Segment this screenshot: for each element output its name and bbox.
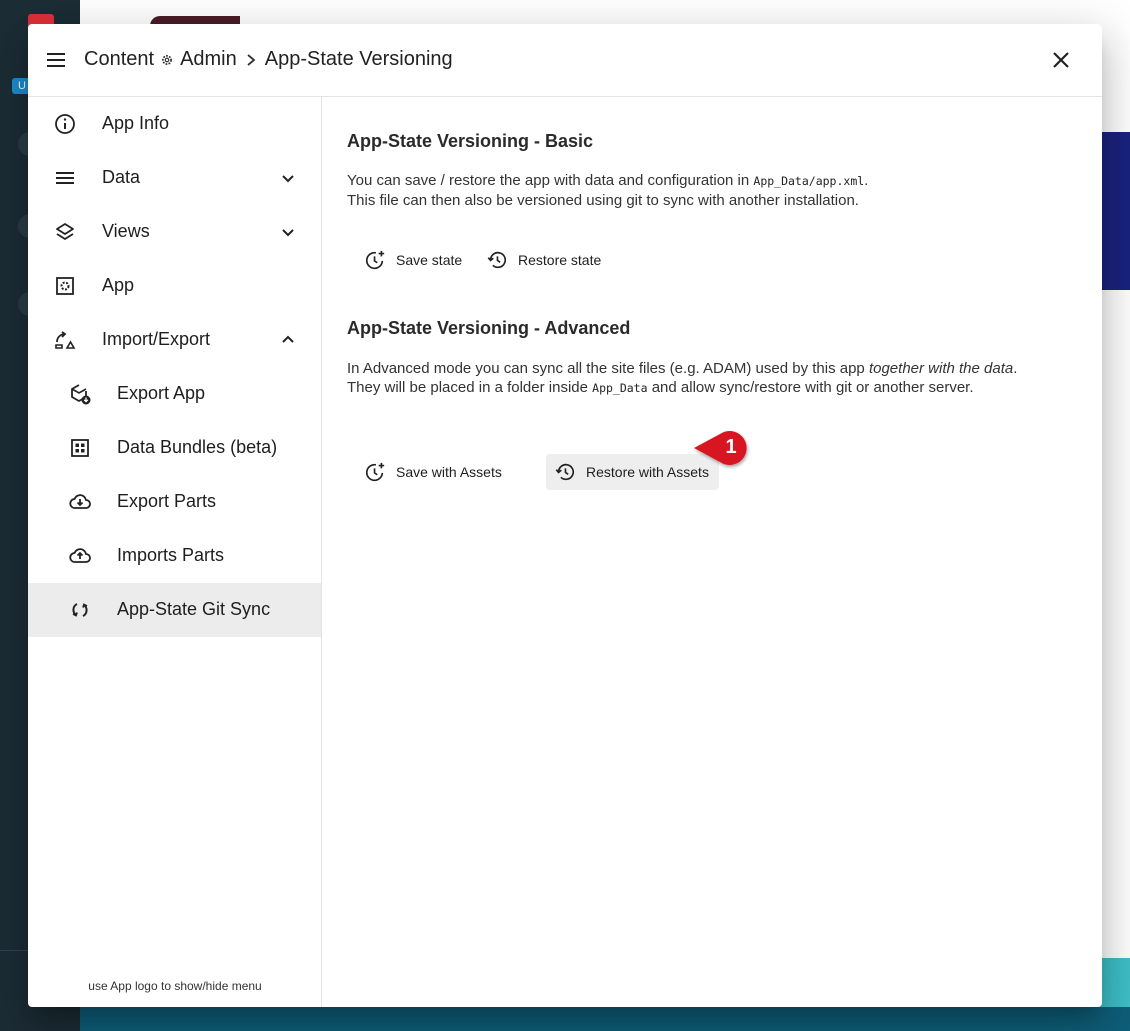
sidebar-hint: use App logo to show/hide menu [88, 979, 262, 993]
app-admin-dialog: Content Admin App-State Versioning App I… [28, 24, 1102, 1007]
sidebar-item-data[interactable]: Data [28, 151, 321, 205]
section-title-basic: App-State Versioning - Basic [347, 131, 594, 151]
sidebar-item-app[interactable]: App [28, 259, 321, 313]
save-with-assets-button[interactable]: Save with Assets [356, 454, 510, 490]
sidebar-item-app-info[interactable]: App Info [28, 97, 321, 151]
sidebar-item-label: Imports Parts [117, 545, 225, 565]
breadcrumb-admin[interactable]: Admin [180, 48, 237, 71]
clock-plus-icon [365, 250, 385, 270]
section-description-advanced: In Advanced mode you can sync all the si… [347, 359, 1087, 398]
cloud-upload-icon [69, 548, 91, 563]
section-title-advanced: App-State Versioning - Advanced [347, 318, 631, 338]
history-icon [555, 463, 575, 481]
main-content: App-State Versioning - Basic You can sav… [322, 97, 1102, 1007]
button-label: Restore with Assets [586, 464, 709, 480]
description-text: . [864, 172, 869, 189]
description-text: In Advanced mode you can sync all the si… [347, 360, 869, 377]
sidebar-item-export-parts[interactable]: Export Parts [28, 475, 321, 529]
button-label: Save with Assets [396, 464, 502, 480]
dialog-header: Content Admin App-State Versioning [28, 24, 1102, 97]
menu-icon[interactable] [44, 48, 68, 72]
sidebar-item-label: Import/Export [102, 329, 211, 349]
layers-icon [56, 223, 74, 240]
description-text: and allow sync/restore with git or anoth… [647, 379, 974, 396]
description-text: . [1013, 360, 1018, 377]
chevron-down-icon [282, 175, 294, 183]
breadcrumb-content[interactable]: Content [84, 48, 154, 71]
sidebar-item-data-bundles[interactable]: Data Bundles (beta) [28, 421, 321, 475]
sidebar-item-export-app[interactable]: Export App [28, 367, 321, 421]
chevron-up-icon [282, 335, 294, 343]
description-text: They will be placed in a folder inside [347, 379, 593, 396]
sidebar-item-app-state-git-sync[interactable]: App-State Git Sync [28, 583, 321, 637]
sidebar-item-label: Export Parts [117, 491, 217, 511]
background-panel [1102, 132, 1130, 290]
save-state-button[interactable]: Save state [356, 242, 470, 278]
history-icon [487, 251, 507, 269]
breadcrumb-current-page: App-State Versioning [264, 48, 453, 70]
chevron-down-icon [282, 229, 294, 237]
info-icon [55, 114, 75, 134]
clock-plus-icon [365, 462, 385, 482]
sidebar-item-views[interactable]: Views [28, 205, 321, 259]
button-label: Restore state [518, 252, 602, 268]
folder-path: App_Data [592, 381, 648, 395]
sync-icon [72, 603, 88, 617]
close-icon[interactable] [1049, 48, 1073, 72]
sidebar-nav: App Info Data Views App Import/Export Ex… [28, 97, 322, 1007]
sidebar-item-label: Export App [117, 383, 206, 403]
gear-icon [162, 54, 173, 65]
sidebar-item-label: Views [102, 221, 150, 241]
package-download-icon [71, 384, 91, 405]
list-icon [56, 172, 74, 184]
description-text: This file can then also be versioned usi… [347, 192, 859, 209]
sidebar-item-label: App [102, 275, 135, 295]
chevron-right-icon [247, 53, 256, 66]
description-text: You can save / restore the app with data… [347, 172, 754, 189]
app-settings-icon [56, 277, 74, 295]
import-export-icon [55, 331, 76, 349]
grid-icon [71, 439, 89, 457]
sidebar-item-label: App-State Git Sync [117, 599, 271, 619]
cloud-download-icon [69, 494, 91, 509]
section-description-basic: You can save / restore the app with data… [347, 171, 1087, 210]
callout-number: 1 [725, 436, 737, 458]
sidebar-item-label: App Info [102, 113, 170, 133]
breadcrumb: Content Admin App-State Versioning [84, 48, 453, 71]
description-emphasis: together with the data [868, 360, 1014, 377]
background-footer-band [80, 1007, 1130, 1031]
button-label: Save state [396, 252, 463, 268]
sidebar-item-label: Data Bundles (beta) [117, 437, 278, 457]
sidebar-item-label: Data [102, 167, 141, 187]
file-path: App_Data/app.xml [753, 174, 865, 188]
restore-state-button[interactable]: Restore state [478, 242, 609, 278]
sidebar-item-imports-parts[interactable]: Imports Parts [28, 529, 321, 583]
sidebar-item-import-export[interactable]: Import/Export [28, 313, 321, 367]
